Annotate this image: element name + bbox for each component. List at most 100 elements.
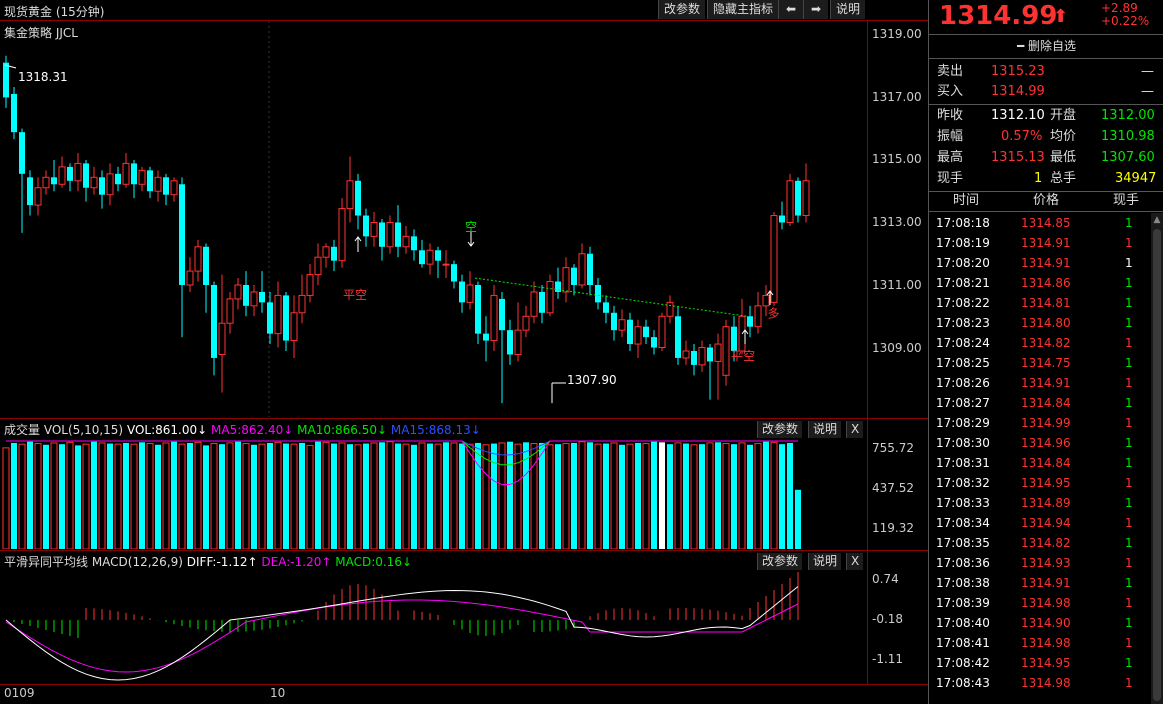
candle-body	[283, 295, 289, 341]
avg-value: 1310.98	[1101, 129, 1155, 144]
tick-volume: 1	[1125, 436, 1133, 450]
scroll-left-button[interactable]: ⬅	[778, 0, 803, 19]
scroll-up-icon[interactable]: ▲	[1151, 213, 1163, 227]
volume-chart[interactable]	[0, 438, 866, 549]
price-tick: 1315.00	[872, 152, 922, 166]
tick-row: 17:08:36 1314.93 1	[929, 553, 1163, 573]
candle-body	[346, 180, 354, 210]
volume-bar	[66, 441, 74, 549]
macd-close-button[interactable]: X	[846, 553, 864, 570]
volume-bar	[75, 445, 81, 549]
tick-row: 17:08:18 1314.85 1	[929, 213, 1163, 233]
tick-price: 1314.82	[1021, 536, 1071, 550]
tick-row: 17:08:35 1314.82 1	[929, 533, 1163, 553]
tick-volume: 1	[1125, 236, 1133, 250]
candle-body	[34, 187, 42, 206]
sell-row: 卖出 1315.23 —	[929, 62, 1163, 82]
volume-bar	[706, 442, 714, 549]
volume-header: 成交量 VOL(5,10,15) VOL:861.00↓ MA5:862.40↓…	[4, 421, 481, 438]
tick-price: 1314.85	[1021, 216, 1071, 230]
volume-bar	[146, 443, 154, 549]
macd-chart[interactable]	[0, 570, 866, 683]
volume-bar	[162, 442, 170, 549]
tick-price: 1314.98	[1021, 636, 1071, 650]
scroll-right-button[interactable]: ➡	[803, 0, 828, 19]
candle-body	[27, 177, 33, 206]
candle-body	[355, 180, 361, 216]
candle-body	[682, 350, 690, 359]
volume-bar	[594, 443, 602, 549]
candle-body	[314, 256, 322, 276]
candle-body	[194, 246, 202, 272]
candle-body	[290, 312, 298, 342]
volume-bar	[258, 443, 266, 549]
chart-area[interactable]: 现货黄金 (15分钟) 改参数 隐藏主指标 ⬅ ➡ 说明 集金策略 JJCL 1…	[0, 0, 928, 704]
candle-body	[426, 249, 434, 265]
candle-body	[90, 176, 98, 189]
price-tick: 1317.00	[872, 90, 922, 104]
candle-body	[754, 305, 762, 328]
candle-body	[507, 330, 513, 355]
volume-bar	[347, 444, 353, 549]
tick-volume: 1	[1125, 396, 1133, 410]
tick-volume: 1	[1125, 596, 1133, 610]
tick-time: 17:08:25	[936, 356, 990, 370]
up-arrow-icon	[354, 236, 362, 252]
candle-body	[698, 347, 706, 366]
volume-bar	[123, 442, 129, 549]
help-button[interactable]: 说明	[830, 0, 866, 19]
vol-close-button[interactable]: X	[846, 421, 864, 438]
volume-bar	[267, 442, 273, 549]
volume-bar	[194, 441, 202, 549]
tick-row: 17:08:25 1314.75 1	[929, 353, 1163, 373]
macd-label: 平滑异同平均线 MACD(12,26,9)	[4, 555, 183, 569]
vol-help-button[interactable]: 说明	[808, 421, 842, 438]
buy-row: 买入 1314.99 —	[929, 82, 1163, 102]
tick-volume: 1	[1125, 256, 1133, 270]
scrollbar-thumb[interactable]	[1153, 229, 1161, 701]
volume-bar	[651, 441, 657, 549]
hide-indicator-button[interactable]: 隐藏主指标	[707, 0, 779, 19]
tick-row: 17:08:29 1314.99 1	[929, 413, 1163, 433]
macd-params-button[interactable]: 改参数	[757, 553, 803, 570]
quote-panel: 1314.99 ⬆ +2.89 +0.22% ━ 删除自选 卖出 1315.23…	[928, 0, 1163, 704]
candle-body	[218, 322, 226, 355]
avg-label: 均价	[1050, 129, 1077, 144]
low-value: 1307.60	[1101, 150, 1155, 165]
macd-help-button[interactable]: 说明	[808, 553, 842, 570]
tick-volume: 1	[1125, 656, 1133, 670]
tick-time: 17:08:23	[936, 316, 990, 330]
total-vol-label: 总手	[1050, 171, 1077, 186]
params-button[interactable]: 改参数	[658, 0, 706, 19]
remove-favorite-button[interactable]: ━ 删除自选	[929, 36, 1163, 56]
candle-body	[483, 333, 489, 341]
volume-bar	[635, 442, 641, 549]
candle-body	[250, 291, 258, 307]
ticks-list: 17:08:18 1314.85 1 17:08:19 1314.91 1 17:08:20…	[929, 213, 1163, 704]
buy-price: 1314.99	[991, 84, 1045, 99]
tick-row: 17:08:23 1314.80 1	[929, 313, 1163, 333]
candle-body	[259, 291, 265, 303]
candle-body	[603, 302, 609, 313]
vol-border	[0, 418, 928, 419]
volume-bar	[659, 442, 665, 549]
volume-bar	[178, 443, 186, 549]
candle-body	[138, 169, 146, 185]
volume-bar	[27, 441, 33, 549]
volume-bar	[427, 443, 433, 549]
volume-bar	[747, 444, 753, 549]
candle-body	[131, 163, 137, 185]
vol-params-button[interactable]: 改参数	[757, 421, 803, 438]
ticks-scrollbar[interactable]: ▲	[1151, 213, 1163, 704]
tick-volume: 1	[1125, 576, 1133, 590]
trend-line	[474, 277, 748, 317]
tick-time: 17:08:27	[936, 396, 990, 410]
volume-bar	[562, 443, 570, 549]
tick-price: 1314.95	[1021, 476, 1071, 490]
volume-bar	[82, 443, 90, 549]
long-signal-label: 多	[766, 307, 780, 319]
volume-bar	[43, 444, 49, 549]
tick-volume: 1	[1125, 536, 1133, 550]
volume-bar	[91, 441, 97, 549]
candle-body	[466, 284, 474, 303]
